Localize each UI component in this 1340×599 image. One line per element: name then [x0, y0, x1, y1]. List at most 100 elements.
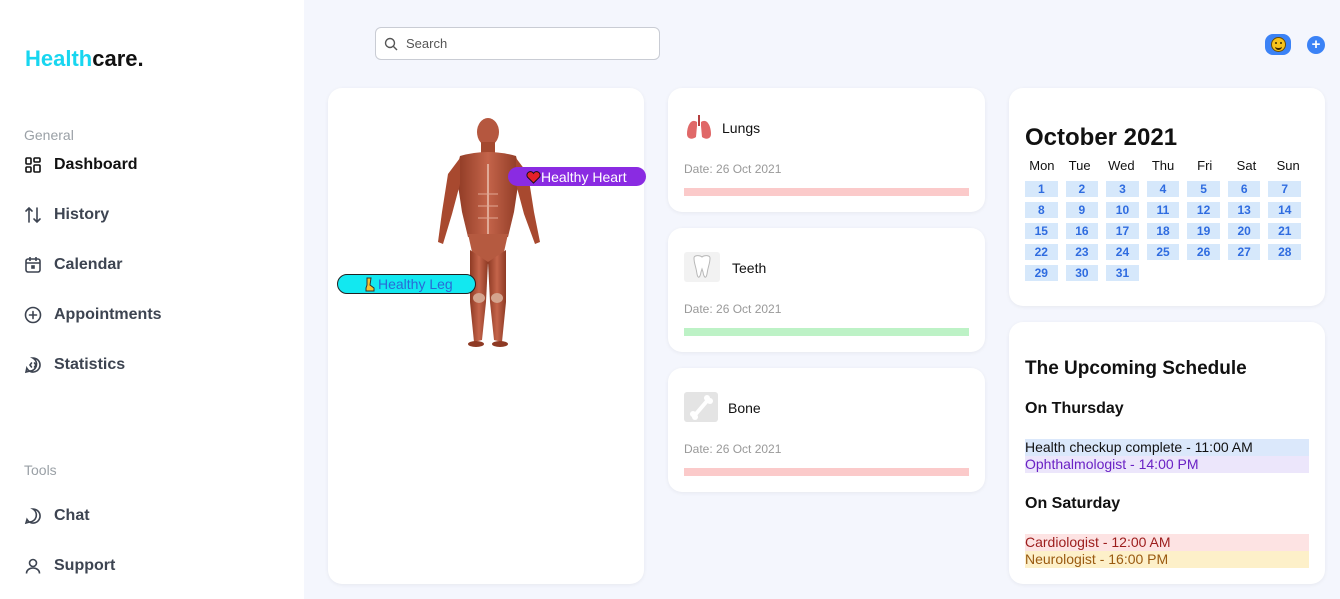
calendar-week-row: 15 16 17 18 19 20 21: [1025, 223, 1309, 239]
healthy-heart-tag[interactable]: Healthy Heart: [508, 167, 646, 186]
schedule-day-heading: On Thursday: [1025, 400, 1124, 417]
weekday-label: Wed: [1108, 158, 1135, 173]
chat-icon: [24, 507, 42, 525]
brand-logo-part2: care.: [92, 46, 144, 71]
weekday-label: Sat: [1236, 158, 1257, 173]
weekday-label: Tue: [1068, 158, 1091, 173]
calendar-day[interactable]: 4: [1146, 181, 1180, 197]
organ-card-lungs[interactable]: Lungs Date: 26 Oct 2021: [668, 88, 985, 212]
calendar-week-row: 1234567: [1025, 181, 1309, 197]
calendar-day[interactable]: 20: [1227, 223, 1261, 239]
calendar-day[interactable]: 19: [1187, 223, 1220, 239]
organ-status-bar: [684, 468, 969, 476]
calendar-day[interactable]: 26: [1187, 244, 1220, 260]
calendar-day[interactable]: 28: [1268, 244, 1302, 260]
schedule-item[interactable]: Health checkup complete - 11:00 AM: [1025, 439, 1309, 456]
sidebar-item-label: Appointments: [54, 306, 162, 323]
support-icon: [24, 557, 42, 575]
organ-name: Teeth: [732, 260, 767, 276]
statistics-icon: [24, 356, 42, 374]
calendar-day[interactable]: 27: [1227, 244, 1261, 260]
organ-name: Bone: [728, 400, 761, 416]
weekday-label: Thu: [1151, 158, 1175, 173]
calendar-day[interactable]: 21: [1268, 223, 1302, 239]
history-icon: [24, 206, 42, 224]
organ-card-bone[interactable]: Bone Date: 26 Oct 2021: [668, 368, 985, 492]
sidebar-item-dashboard[interactable]: Dashboard: [24, 153, 138, 177]
sidebar-item-calendar[interactable]: Calendar: [24, 253, 122, 277]
sidebar-item-chat[interactable]: Chat: [24, 504, 90, 528]
brand-logo[interactable]: Healthcare.: [25, 46, 144, 72]
sidebar-item-appointments[interactable]: Appointments: [24, 303, 162, 327]
dashboard-icon: [24, 156, 42, 174]
organ-status-bar: [684, 328, 969, 336]
body-map-card: Healthy Heart Healthy Leg: [328, 88, 646, 584]
sidebar-item-history[interactable]: History: [24, 203, 109, 227]
organ-card-teeth[interactable]: Teeth Date: 26 Oct 2021: [668, 228, 985, 352]
calendar-day[interactable]: 11: [1146, 202, 1180, 218]
calendar-icon: [24, 256, 42, 274]
search-input[interactable]: [406, 36, 646, 51]
calendar-day[interactable]: 14: [1268, 202, 1302, 218]
schedule-card: The Upcoming Schedule On Thursday Health…: [1009, 322, 1325, 584]
schedule-day-heading: On Saturday: [1025, 495, 1121, 512]
calendar-empty-cell: [1147, 265, 1180, 281]
calendar-day[interactable]: 13: [1227, 202, 1261, 218]
calendar-day[interactable]: 18: [1146, 223, 1180, 239]
calendar-grid: Mon Tue Wed Thu Fri Sat Sun 1 2 3 4 5 6 7 8 9 10 1…: [1025, 158, 1309, 281]
avatar[interactable]: [1265, 34, 1291, 55]
calendar-week-row: 8 9 10 11 12 13 14: [1025, 202, 1309, 218]
healthy-leg-tag[interactable]: Healthy Leg: [337, 274, 476, 294]
calendar-empty-cell: [1268, 265, 1301, 281]
calendar-day[interactable]: 1: [1025, 181, 1058, 197]
schedule-title: The Upcoming Schedule: [1025, 358, 1247, 379]
calendar-day[interactable]: 24: [1106, 244, 1139, 260]
bone-icon: [684, 392, 718, 422]
calendar-day[interactable]: 3: [1106, 181, 1139, 197]
sidebar-item-support[interactable]: Support: [24, 554, 115, 578]
heart-icon: [526, 171, 541, 184]
calendar-weekday-header: Mon Tue Wed Thu Fri Sat Sun: [1025, 158, 1309, 176]
calendar-week-row: 29 30 31: [1025, 265, 1309, 281]
calendar-empty-cell: [1187, 265, 1220, 281]
add-button[interactable]: +: [1307, 36, 1325, 54]
human-body-figure: [438, 118, 540, 347]
calendar-day[interactable]: 31: [1106, 265, 1139, 281]
calendar-day[interactable]: 10: [1106, 202, 1139, 218]
calendar-day[interactable]: 6: [1227, 181, 1261, 197]
calendar-day[interactable]: 29: [1025, 265, 1058, 281]
calendar-day[interactable]: 23: [1065, 244, 1099, 260]
appointments-icon: [24, 306, 42, 324]
sidebar-item-label: Support: [54, 557, 116, 574]
sidebar-item-label: Chat: [54, 507, 90, 524]
tooth-icon: [684, 252, 720, 282]
organ-status-bar: [684, 188, 969, 196]
calendar-day[interactable]: 9: [1065, 202, 1099, 218]
calendar-day[interactable]: 17: [1106, 223, 1139, 239]
calendar-month-title: October 2021: [1025, 124, 1178, 151]
brand-logo-part1: Health: [25, 46, 93, 71]
calendar-day[interactable]: 8: [1025, 202, 1058, 218]
schedule-item[interactable]: Ophthalmologist - 14:00 PM: [1025, 456, 1309, 473]
calendar-day[interactable]: 22: [1025, 244, 1058, 260]
calendar-day[interactable]: 5: [1187, 181, 1220, 197]
schedule-item[interactable]: Neurologist - 16:00 PM: [1025, 551, 1309, 568]
calendar-day[interactable]: 30: [1065, 265, 1099, 281]
calendar-day[interactable]: 15: [1025, 223, 1058, 239]
sidebar-item-label: Calendar: [54, 256, 123, 273]
calendar-day[interactable]: 16: [1065, 223, 1099, 239]
section-label-general: General: [24, 127, 74, 143]
organ-name: Lungs: [722, 120, 761, 136]
calendar-day[interactable]: 2: [1065, 181, 1099, 197]
search-box[interactable]: [375, 27, 660, 60]
calendar-day[interactable]: 25: [1146, 244, 1180, 260]
healthy-leg-label: Healthy Leg: [378, 276, 453, 292]
schedule-item[interactable]: Cardiologist - 12:00 AM: [1025, 534, 1309, 551]
leg-icon: [365, 277, 375, 292]
calendar-empty-cell: [1228, 265, 1261, 281]
calendar-day[interactable]: 7: [1268, 181, 1302, 197]
sidebar-item-label: Dashboard: [54, 156, 138, 173]
sidebar-item-statistics[interactable]: Statistics: [24, 353, 125, 377]
calendar-day[interactable]: 12: [1187, 202, 1220, 218]
calendar-week-row: 22 23 24 25 26 27 28: [1025, 244, 1309, 260]
